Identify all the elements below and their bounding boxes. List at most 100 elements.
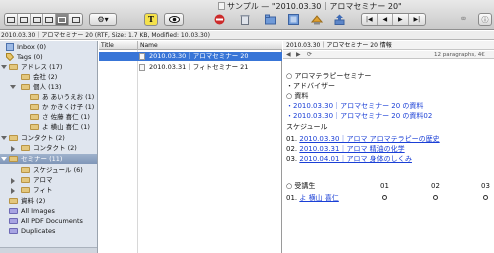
nav-back-button[interactable]: ◀ bbox=[378, 14, 394, 25]
view-three-pane-button[interactable] bbox=[56, 14, 70, 25]
sidebar-item-personal[interactable]: 個人 (13) bbox=[0, 82, 97, 92]
group-icon bbox=[265, 14, 276, 25]
sidebar-item-all-pdf[interactable]: All PDF Documents bbox=[0, 216, 97, 226]
list-row[interactable]: 2010.03.30｜アロマセミナー 20 bbox=[99, 52, 282, 61]
merge-icon bbox=[288, 14, 299, 25]
editor-reload-icon[interactable]: ⟳ bbox=[307, 51, 312, 59]
sidebar-item-address[interactable]: アドレス (17) bbox=[0, 62, 97, 72]
title-column-header[interactable]: Title bbox=[101, 41, 114, 50]
info-button[interactable]: ⓘ bbox=[478, 13, 492, 26]
sidebar-item-label: 資料 (2) bbox=[21, 197, 46, 205]
classify-button[interactable] bbox=[310, 13, 323, 26]
merge-button[interactable] bbox=[287, 13, 300, 26]
disclosure-open-icon[interactable] bbox=[1, 157, 7, 161]
schedule-item-link[interactable]: 2010.04.01｜アロマ 身体のしくみ bbox=[299, 155, 412, 163]
sidebar-item-phyto[interactable]: フィト bbox=[0, 185, 97, 195]
attended-mark-icon bbox=[483, 195, 488, 200]
sidebar-item-label: アロマ bbox=[33, 176, 53, 184]
schedule-item-link[interactable]: 2010.03.30｜アロマ アロマテラピーの歴史 bbox=[299, 135, 439, 143]
trash-icon bbox=[240, 15, 249, 25]
list-row-name: 2010.03.31｜フィトセミナー 21 bbox=[149, 63, 249, 71]
document-icon bbox=[218, 2, 225, 10]
sidebar: Inbox (0) Tags (0) アドレス (17) 会社 (2) 個人 (… bbox=[0, 41, 98, 253]
sidebar-item-contact-sub[interactable]: コンタクト (2) bbox=[0, 143, 97, 153]
nav-last-button[interactable]: ▶| bbox=[409, 14, 425, 25]
sidebar-item-label: アドレス (17) bbox=[21, 63, 63, 71]
view-columns-button[interactable] bbox=[31, 14, 44, 25]
list-row[interactable]: 2010.03.31｜フィトセミナー 21 bbox=[99, 63, 282, 72]
editor-nav-bar: ◀ ▶ ⟳ 12 paragraphs, 4€ bbox=[283, 51, 494, 59]
view-icons-button[interactable] bbox=[5, 14, 18, 25]
content-line: ・アドバイザー bbox=[286, 82, 335, 90]
sidebar-item-aroma[interactable]: アロマ bbox=[0, 175, 97, 185]
editor-forward-icon[interactable]: ▶ bbox=[296, 51, 301, 59]
window-title: サンプル — "2010.03.30｜アロマセミナー 20" bbox=[218, 1, 402, 12]
nav-first-button[interactable]: |◀ bbox=[362, 14, 378, 25]
sidebar-item-a[interactable]: あ あいうえお (1) bbox=[0, 92, 97, 102]
sidebar-item-yo[interactable]: よ 横山 喜仁 (1) bbox=[0, 122, 97, 132]
navigation-control[interactable]: |◀ ◀ ▶ ▶| bbox=[361, 13, 426, 26]
folder-icon bbox=[21, 177, 30, 183]
sidebar-item-contact[interactable]: コンタクト (2) bbox=[0, 133, 97, 143]
sidebar-item-label: よ 横山 喜仁 (1) bbox=[42, 123, 90, 131]
stop-button[interactable] bbox=[213, 13, 226, 26]
classify-icon bbox=[310, 15, 323, 25]
document-info-title: 2010.03.30｜アロマセミナー 20 情報 bbox=[286, 42, 392, 49]
smart-folder-icon bbox=[9, 208, 18, 214]
group-button[interactable] bbox=[264, 13, 277, 26]
sidebar-item-inbox[interactable]: Inbox (0) bbox=[0, 42, 97, 52]
view-vertical-button[interactable] bbox=[69, 14, 82, 25]
sidebar-item-duplicates[interactable]: Duplicates bbox=[0, 226, 97, 236]
preview-button[interactable] bbox=[164, 13, 184, 26]
sidebar-item-ka[interactable]: か かきくけ子 (1) bbox=[0, 102, 97, 112]
disclosure-open-icon[interactable] bbox=[1, 136, 7, 140]
material-link[interactable]: ・2010.03.30｜アロマセミナー 20 の資料 bbox=[286, 102, 423, 111]
disclosure-open-icon[interactable] bbox=[1, 65, 7, 69]
window-toolbar: サンプル — "2010.03.30｜アロマセミナー 20" ⚙▾ T |◀ ◀… bbox=[0, 0, 494, 30]
disclosure-open-icon[interactable] bbox=[10, 85, 16, 89]
attendee-col-03: 03 bbox=[481, 182, 490, 190]
action-menu-button[interactable]: ⚙▾ bbox=[89, 13, 117, 26]
inbox-icon bbox=[6, 43, 14, 51]
view-mode-control[interactable] bbox=[4, 13, 83, 26]
folder-icon bbox=[9, 156, 18, 162]
upload-button[interactable] bbox=[333, 13, 346, 26]
name-column-header[interactable]: Name bbox=[140, 41, 158, 50]
format-text-button[interactable]: T bbox=[144, 13, 158, 26]
material-link[interactable]: ・2010.03.30｜アロマセミナー 20 の資料02 bbox=[286, 112, 432, 121]
disclosure-closed-icon[interactable] bbox=[11, 146, 15, 152]
sidebar-item-schedule[interactable]: スケジュール (6) bbox=[0, 165, 97, 175]
info-icon: ⓘ bbox=[481, 15, 489, 24]
disclosure-closed-icon[interactable] bbox=[11, 178, 15, 184]
folder-icon bbox=[30, 104, 39, 110]
sidebar-item-label: Duplicates bbox=[21, 227, 56, 235]
schedule-item: 03. 2010.04.01｜アロマ 身体のしくみ bbox=[286, 155, 412, 164]
schedule-item-link[interactable]: 2010.03.31｜アロマ 精油の化学 bbox=[299, 145, 404, 153]
attended-mark-icon bbox=[433, 195, 438, 200]
view-icons-icon bbox=[6, 16, 15, 23]
attendee-col-01: 01 bbox=[380, 182, 389, 190]
sidebar-item-company[interactable]: 会社 (2) bbox=[0, 72, 97, 82]
link-button[interactable]: ⚭ bbox=[457, 13, 470, 26]
nav-forward-button[interactable]: ▶ bbox=[393, 14, 409, 25]
view-three-pane-icon bbox=[58, 16, 67, 23]
folder-icon bbox=[21, 74, 30, 80]
document-editor[interactable]: 2010.03.30｜アロマセミナー 20 情報 ◀ ▶ ⟳ 12 paragr… bbox=[283, 41, 494, 253]
sidebar-item-label: Tags (0) bbox=[17, 53, 43, 61]
view-list-button[interactable] bbox=[18, 14, 31, 25]
sidebar-item-tags[interactable]: Tags (0) bbox=[0, 52, 97, 62]
sidebar-footer bbox=[0, 247, 97, 253]
sidebar-item-all-images[interactable]: All Images bbox=[0, 206, 97, 216]
attendee-name-link[interactable]: よ 横山 喜仁 bbox=[299, 194, 338, 202]
rtf-document-icon bbox=[139, 64, 145, 71]
editor-back-icon[interactable]: ◀ bbox=[286, 51, 291, 59]
column-separator[interactable] bbox=[137, 41, 138, 50]
schedule-item-number: 03. bbox=[286, 155, 300, 163]
sidebar-item-seminar[interactable]: セミナー (11) bbox=[0, 154, 97, 164]
disclosure-closed-icon[interactable] bbox=[11, 188, 15, 194]
sidebar-item-sa[interactable]: さ 佐藤 喜仁 (1) bbox=[0, 112, 97, 122]
view-split-button[interactable] bbox=[43, 14, 57, 25]
sidebar-item-materials[interactable]: 資料 (2) bbox=[0, 196, 97, 206]
trash-button[interactable] bbox=[238, 13, 251, 26]
content-line: ○ アロマテラピーセミナー bbox=[286, 72, 372, 80]
